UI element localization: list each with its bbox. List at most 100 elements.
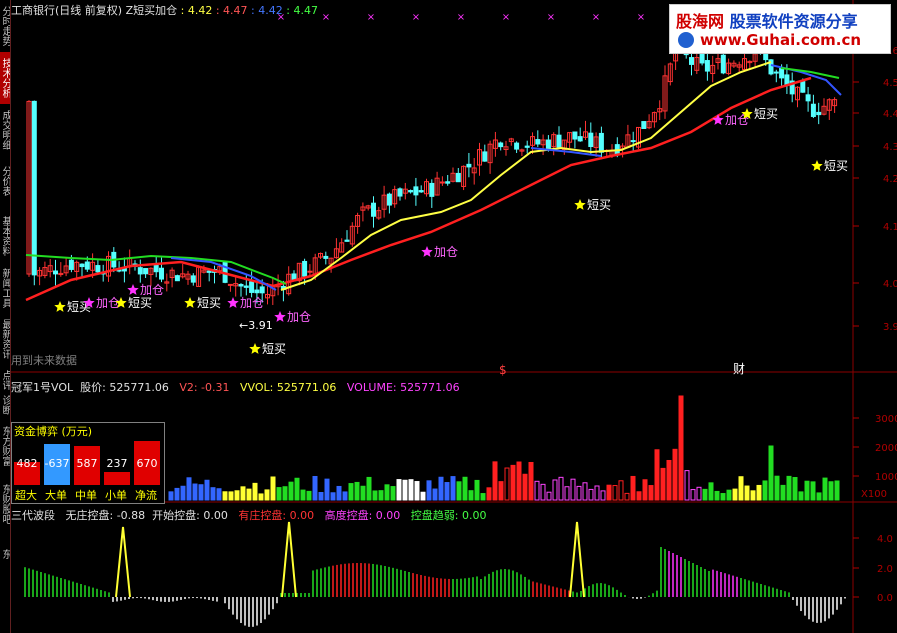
volume-bar (258, 493, 264, 501)
sidebar-tab-8[interactable]: 诊断 (0, 392, 10, 418)
volume-bar (534, 480, 540, 501)
volume-bar (780, 484, 786, 501)
candle (84, 261, 90, 270)
volume-bar (318, 492, 324, 501)
chart-canvas: 4.64.54.44.34.24.14.03.9短买加仓短买加仓短买加仓加仓短买… (11, 0, 897, 633)
volume-bar (222, 491, 228, 501)
volume-bar (684, 470, 690, 501)
wave-header: 三代波段 无庄控盘: -0.88 开始控盘: 0.00 有庄控盘: 0.00 高… (11, 507, 486, 523)
volume-bar (732, 488, 738, 501)
price-axis-label: 4.0 (883, 279, 897, 290)
fund-box-title: 资金博弈 (万元) (14, 425, 93, 438)
sidebar-tab-1[interactable]: 技术分析 (0, 52, 10, 104)
volume-bar (384, 484, 390, 501)
fund-value: 237 (106, 457, 128, 470)
candle (641, 121, 647, 129)
volume-bar (456, 481, 462, 501)
sidebar-tab-7[interactable]: 点评 (0, 368, 10, 392)
signal-label: 短买 (197, 296, 221, 310)
volume-bar (444, 482, 450, 501)
volume-bar (168, 491, 174, 501)
signal-label: 短买 (824, 159, 848, 173)
candle (545, 139, 551, 150)
volume-bar (798, 491, 804, 501)
volume-bar (204, 479, 210, 501)
wave-wuzhuang: 无庄控盘: -0.88 (65, 509, 146, 522)
candle (344, 239, 350, 242)
sidebar-tab-10[interactable]: 东财股吧 (0, 474, 10, 534)
signal-label: 短买 (262, 342, 286, 356)
candle (143, 268, 149, 275)
sidebar-tab-4[interactable]: 基本资料 (0, 206, 10, 266)
volume-bar (198, 484, 204, 501)
star-icon (274, 311, 286, 322)
volume-bar (402, 479, 408, 501)
volume-bar (756, 484, 762, 501)
volume-bar (636, 491, 642, 501)
candle (413, 186, 419, 196)
volume-bar (522, 473, 528, 501)
fund-label: 净流 (135, 489, 157, 502)
sidebar-tab-3[interactable]: 分价表 (0, 156, 10, 206)
sidebar-tab-9[interactable]: 东方财富 (0, 418, 10, 474)
volume-bar (738, 476, 744, 501)
volume-bar (792, 477, 798, 501)
ma-green-line (780, 67, 840, 79)
marker-cai: 财 (733, 362, 745, 376)
sidebar-tab-6[interactable]: 最新资讯 (0, 310, 10, 368)
vol-vvol: VVOL: 525771.06 (240, 381, 337, 394)
header-bar: 工商银行(日线 前复权) Z短买加仓 : 4.42 : 4.47 : 4.42 … (11, 2, 318, 18)
volume-bar (474, 479, 480, 501)
price-axis-label: 4.5 (883, 78, 897, 89)
signal-label: 短买 (128, 296, 152, 310)
volume-bar (282, 486, 288, 501)
ma-yellow-line (280, 61, 772, 291)
candle (137, 267, 143, 275)
signal-label: 加仓 (287, 310, 311, 324)
top-marker: × (322, 12, 330, 23)
top-marker: × (502, 12, 510, 23)
candle (397, 188, 403, 197)
volume-bar (696, 486, 702, 501)
candle (779, 68, 785, 79)
candle (159, 267, 164, 280)
volume-bar (270, 476, 276, 501)
indicator-name[interactable]: Z短买加仓 (126, 4, 178, 17)
volume-bar (828, 481, 834, 501)
volume-bar (492, 461, 498, 501)
volume-bar (582, 482, 588, 501)
volume-bar (330, 492, 336, 501)
sidebar-tab-11[interactable]: 东 (0, 534, 10, 574)
wave-gaodu: 高度控盘: 0.00 (324, 509, 401, 522)
candle (455, 172, 461, 183)
low-price-mark: ←3.91 (239, 319, 273, 332)
candle (689, 57, 694, 65)
candle (524, 145, 530, 148)
site-logo: 股海网 股票软件资源分享 www.Guhai.com.cn (669, 4, 891, 54)
volume-bar (432, 488, 438, 501)
candle (174, 275, 180, 282)
stock-title[interactable]: 工商银行(日线 前复权) (11, 4, 122, 17)
volume-bar (210, 487, 216, 501)
volume-bar (606, 484, 612, 501)
fund-label: 大单 (45, 489, 67, 502)
star-icon (421, 246, 433, 257)
volume-bar (762, 480, 768, 501)
candle (249, 281, 255, 293)
wave-axis-label: 4.0 (877, 534, 893, 545)
volume-bar (192, 483, 198, 501)
sidebar-tab-0[interactable]: 分时走势 (0, 0, 10, 52)
candle (514, 142, 520, 150)
volume-bar (294, 477, 300, 501)
price-axis-label: 3.9 (883, 322, 897, 333)
volume-bar (276, 487, 282, 501)
fund-bar (104, 472, 130, 485)
candle (466, 163, 472, 168)
star-icon (811, 160, 823, 171)
sidebar-tab-5[interactable]: 新闻工具 (0, 266, 10, 310)
sidebar-tab-2[interactable]: 成交明细 (0, 104, 10, 156)
volume-bar (498, 481, 504, 501)
wave-youzhuang: 有庄控盘: 0.00 (238, 509, 315, 522)
wave-kaishi: 开始控盘: 0.00 (152, 509, 228, 522)
volume-bar (438, 476, 444, 501)
